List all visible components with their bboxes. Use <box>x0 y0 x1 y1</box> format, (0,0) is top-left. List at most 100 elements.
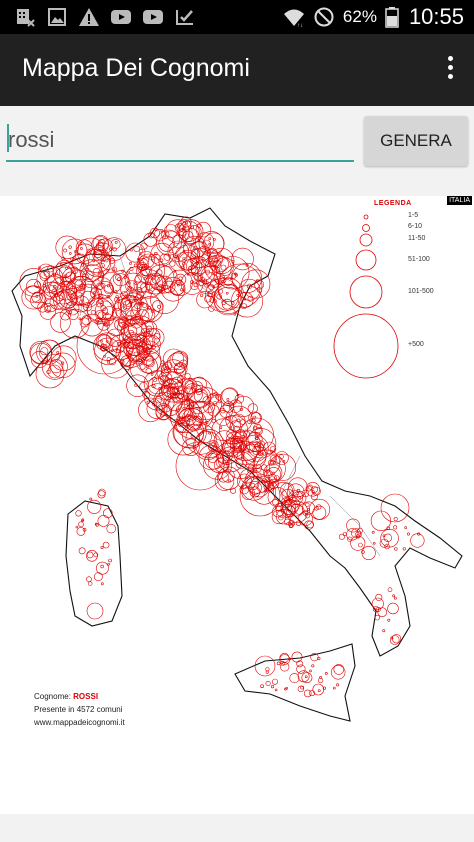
occurrence-circle <box>100 340 103 343</box>
occurrence-circle <box>188 266 192 270</box>
occurrence-circle <box>60 308 90 339</box>
occurrence-circle <box>96 299 105 308</box>
occurrence-circle <box>317 689 321 693</box>
occurrence-circle <box>393 525 398 530</box>
clock: 10:55 <box>408 4 464 29</box>
occurrence-circle <box>347 536 353 542</box>
occurrence-circle <box>184 373 191 380</box>
occurrence-circle <box>176 224 181 228</box>
occurrence-circle <box>59 280 63 283</box>
regional-borders <box>79 217 381 557</box>
occurrence-circle <box>75 525 79 529</box>
legend-circle-6-10 <box>362 224 370 232</box>
occurrence-circle <box>270 685 275 689</box>
occurrence-circle <box>358 542 363 548</box>
legend-circle-101-500 <box>349 275 383 309</box>
occurrence-circle <box>318 677 324 684</box>
occurrence-circle <box>254 655 276 677</box>
occurrence-circle <box>106 524 116 534</box>
svg-text:↑↓: ↑↓ <box>297 23 303 28</box>
legend-label: 6-10 <box>408 223 423 230</box>
text-cursor <box>7 124 9 152</box>
legend-circle-51-100 <box>355 249 377 271</box>
occurrence-circle <box>241 269 271 299</box>
battery-icon <box>385 7 399 28</box>
occurrence-circle <box>56 351 60 354</box>
occurrence-circle <box>289 673 300 684</box>
occurrence-circle <box>59 262 63 266</box>
occurrence-circle <box>265 680 271 686</box>
youtube-icon <box>111 10 131 24</box>
occurrence-circle <box>145 328 165 347</box>
occurrence-circle <box>310 493 318 501</box>
occurrence-circle <box>40 347 49 356</box>
occurrence-circle <box>167 396 182 412</box>
occurrence-circle <box>112 247 117 252</box>
occurrence-circle <box>304 675 308 679</box>
occurrence-circle <box>393 517 398 522</box>
occurrence-circle <box>346 518 360 533</box>
surname-info: Cognome: ROSSI Presente in 4572 comuni w… <box>34 690 125 729</box>
occurrence-circle <box>108 558 112 563</box>
occurrence-circle <box>225 291 229 295</box>
occurrence-circle <box>78 547 86 555</box>
occurrence-circle <box>372 541 376 545</box>
occurrence-circle <box>265 670 269 674</box>
occurrence-circle <box>201 256 205 260</box>
legend-circle-1-5 <box>363 214 369 220</box>
app-title: Mappa Dei Cognomi <box>22 54 250 82</box>
occurrence-circle <box>218 471 229 483</box>
genera-button[interactable]: GENERA <box>364 116 468 166</box>
occurrence-circle <box>387 587 393 593</box>
do-not-disturb-icon <box>314 7 334 27</box>
occurrence-circle <box>303 689 312 698</box>
occurrence-circle <box>112 268 116 272</box>
occurrence-circle <box>336 683 340 687</box>
sardinia-outline <box>65 500 123 627</box>
occurrence-circle <box>127 270 130 274</box>
legend-label: 11-50 <box>408 235 426 242</box>
occurrence-circle <box>86 602 104 620</box>
legend-label: 51-100 <box>408 256 430 263</box>
system-icons: ↑↓ 62% 10:55 <box>283 4 464 30</box>
occurrence-circle <box>387 618 391 622</box>
occurrence-circle <box>87 499 102 514</box>
surname-input[interactable] <box>6 120 354 162</box>
legend-label: +500 <box>408 341 424 348</box>
occurrence-circle <box>279 454 284 459</box>
battery-percent: 62% <box>342 7 377 26</box>
image-icon <box>48 8 66 26</box>
occurrence-circle <box>274 688 278 692</box>
occurrence-circle <box>81 315 92 326</box>
occurrence-circle <box>296 492 300 495</box>
italia-tag: ITALIA <box>447 196 472 205</box>
legend-circles <box>333 214 399 379</box>
occurrence-circle <box>150 373 154 376</box>
surname-label: Cognome: <box>34 692 71 701</box>
occurrence-circle <box>99 302 103 306</box>
occurrence-circle <box>75 510 82 517</box>
occurrence-circle <box>265 667 270 672</box>
occurrence-circle <box>175 441 225 491</box>
occurrence-circle <box>86 576 92 583</box>
occurrence-circle <box>61 286 65 290</box>
occurrence-circle <box>404 526 408 529</box>
occurrence-circle <box>169 260 176 267</box>
occurrence-circle <box>374 614 380 621</box>
wifi-icon: ↑↓ <box>283 9 304 28</box>
tasks-icon <box>176 10 193 25</box>
occurrence-circle <box>80 313 104 337</box>
occurrence-circle <box>78 521 84 528</box>
occurrence-circle <box>284 687 287 691</box>
occurrence-circle <box>255 437 259 440</box>
occurrence-circle <box>231 285 264 318</box>
occurrence-circle <box>275 451 289 465</box>
occurrence-circle <box>138 248 144 254</box>
occurrence-circle <box>102 541 110 549</box>
occurrence-circle <box>218 288 224 294</box>
occurrence-circle <box>68 245 72 249</box>
occurrence-circle <box>324 671 328 675</box>
surname-value: ROSSI <box>73 692 99 701</box>
occurrence-circle <box>46 369 51 374</box>
more-vert-icon[interactable] <box>446 56 454 84</box>
